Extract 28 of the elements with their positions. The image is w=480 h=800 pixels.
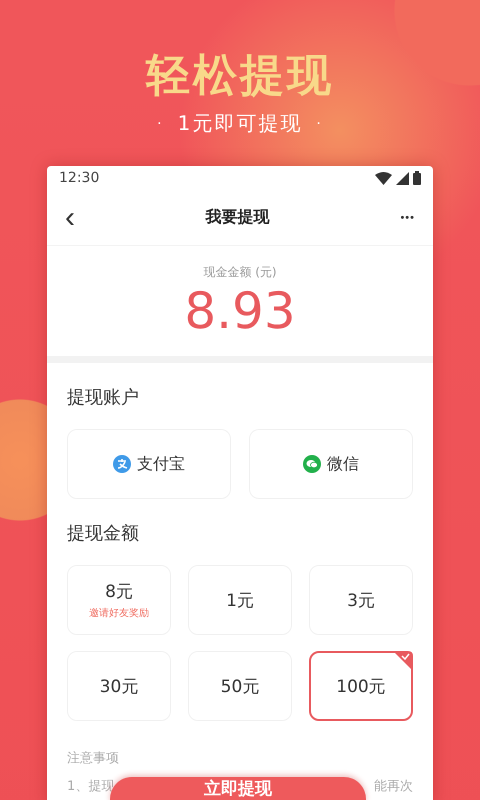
payment-option[interactable]: 微信 [249,429,413,499]
back-button[interactable]: ‹ [61,202,79,232]
status-time: 12:30 [59,170,100,186]
battery-icon [413,171,421,185]
more-button[interactable]: ••• [396,208,419,228]
payment-logo-icon [113,455,131,473]
amount-option[interactable]: 3元 [309,565,413,635]
amount-option[interactable]: 50元 [188,651,292,721]
wifi-icon [375,172,392,184]
page-title: 我要提现 [206,207,270,228]
section-title: 提现金额 [66,522,140,545]
payment-option[interactable]: 支付宝 [67,429,231,499]
amount-option[interactable]: 100元 [309,651,413,721]
notes-title: 注意事项 [66,750,120,767]
amount-option[interactable]: 1元 [188,565,292,635]
balance-amount: 8.93 [184,283,296,339]
balance-label: 现金金额 (元) [203,264,277,281]
dot-mark: · [157,116,164,132]
signal-icon [396,172,409,184]
amount-option[interactable]: 30元 [67,651,171,721]
dot-mark: · [316,116,323,132]
section-title: 提现账户 [66,386,140,409]
promo-subtitle: 1元即可提现 [178,110,302,137]
amount-option[interactable]: 8元 邀请好友奖励 [67,565,171,635]
check-corner-icon [393,651,413,671]
notes-text: 能再次 [374,778,413,795]
chat-bubble-icon [303,455,321,473]
promo-title: 轻松提现 [146,50,334,102]
